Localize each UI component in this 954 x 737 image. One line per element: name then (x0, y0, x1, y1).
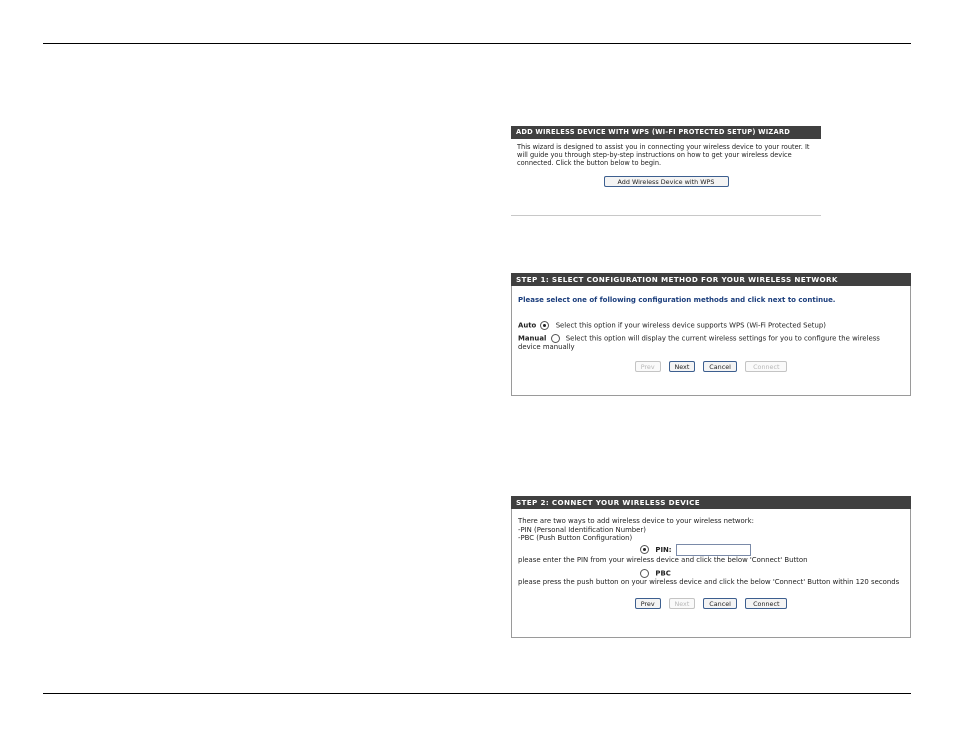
step2-intro: There are two ways to add wireless devic… (518, 517, 754, 525)
step2-cancel-button[interactable]: Cancel (703, 598, 738, 610)
pbc-option-row: PBC (638, 569, 904, 579)
step1-next-button[interactable]: Next (668, 361, 695, 373)
step1-cancel-button[interactable]: Cancel (703, 361, 738, 373)
manual-label: Manual (518, 334, 547, 343)
step1-connect-button[interactable]: Connect (745, 361, 788, 373)
top-divider (43, 43, 911, 44)
auto-label: Auto (518, 321, 537, 330)
manual-description: Select this option will display the curr… (518, 334, 880, 351)
wps-wizard-title: ADD WIRELESS DEVICE WITH WPS (WI-FI PROT… (511, 126, 821, 139)
step2-panel: STEP 2: CONNECT YOUR WIRELESS DEVICE The… (511, 496, 911, 638)
wps-wizard-description: This wizard is designed to assist you in… (517, 143, 810, 167)
pbc-label: PBC (655, 569, 671, 578)
step2-next-button[interactable]: Next (668, 598, 695, 610)
step1-instruction: Please select one of following configura… (518, 296, 836, 304)
step1-panel: STEP 1: SELECT CONFIGURATION METHOD FOR … (511, 273, 911, 396)
step2-pin-definition: -PIN (Personal Identification Number) (518, 525, 646, 534)
pin-label: PIN: (655, 545, 672, 554)
bottom-divider (43, 693, 911, 694)
step2-prev-button[interactable]: Prev (634, 598, 661, 610)
pin-input[interactable] (675, 543, 751, 556)
auto-radio[interactable] (540, 320, 550, 330)
wps-wizard-panel: ADD WIRELESS DEVICE WITH WPS (WI-FI PROT… (511, 126, 821, 216)
pin-option-row: PIN: (638, 543, 904, 556)
manual-option-row: Manual Select this option will display t… (518, 333, 904, 352)
step1-title: STEP 1: SELECT CONFIGURATION METHOD FOR … (511, 273, 911, 286)
step1-prev-button[interactable]: Prev (634, 361, 661, 373)
add-wireless-device-wps-button[interactable]: Add Wireless Device with WPS (603, 176, 729, 188)
auto-option-row: Auto Select this option if your wireless… (518, 320, 904, 330)
pin-radio[interactable] (640, 545, 649, 555)
manual-radio[interactable] (550, 333, 560, 343)
step2-pbc-definition: -PBC (Push Button Configuration) (518, 534, 633, 543)
pbc-radio[interactable] (640, 569, 649, 579)
step2-connect-button[interactable]: Connect (745, 598, 788, 610)
pin-instruction: please enter the PIN from your wireless … (518, 555, 808, 564)
auto-description: Select this option if your wireless devi… (555, 321, 826, 330)
pbc-instruction: please press the push button on your wir… (518, 578, 900, 587)
step2-title: STEP 2: CONNECT YOUR WIRELESS DEVICE (511, 496, 911, 509)
